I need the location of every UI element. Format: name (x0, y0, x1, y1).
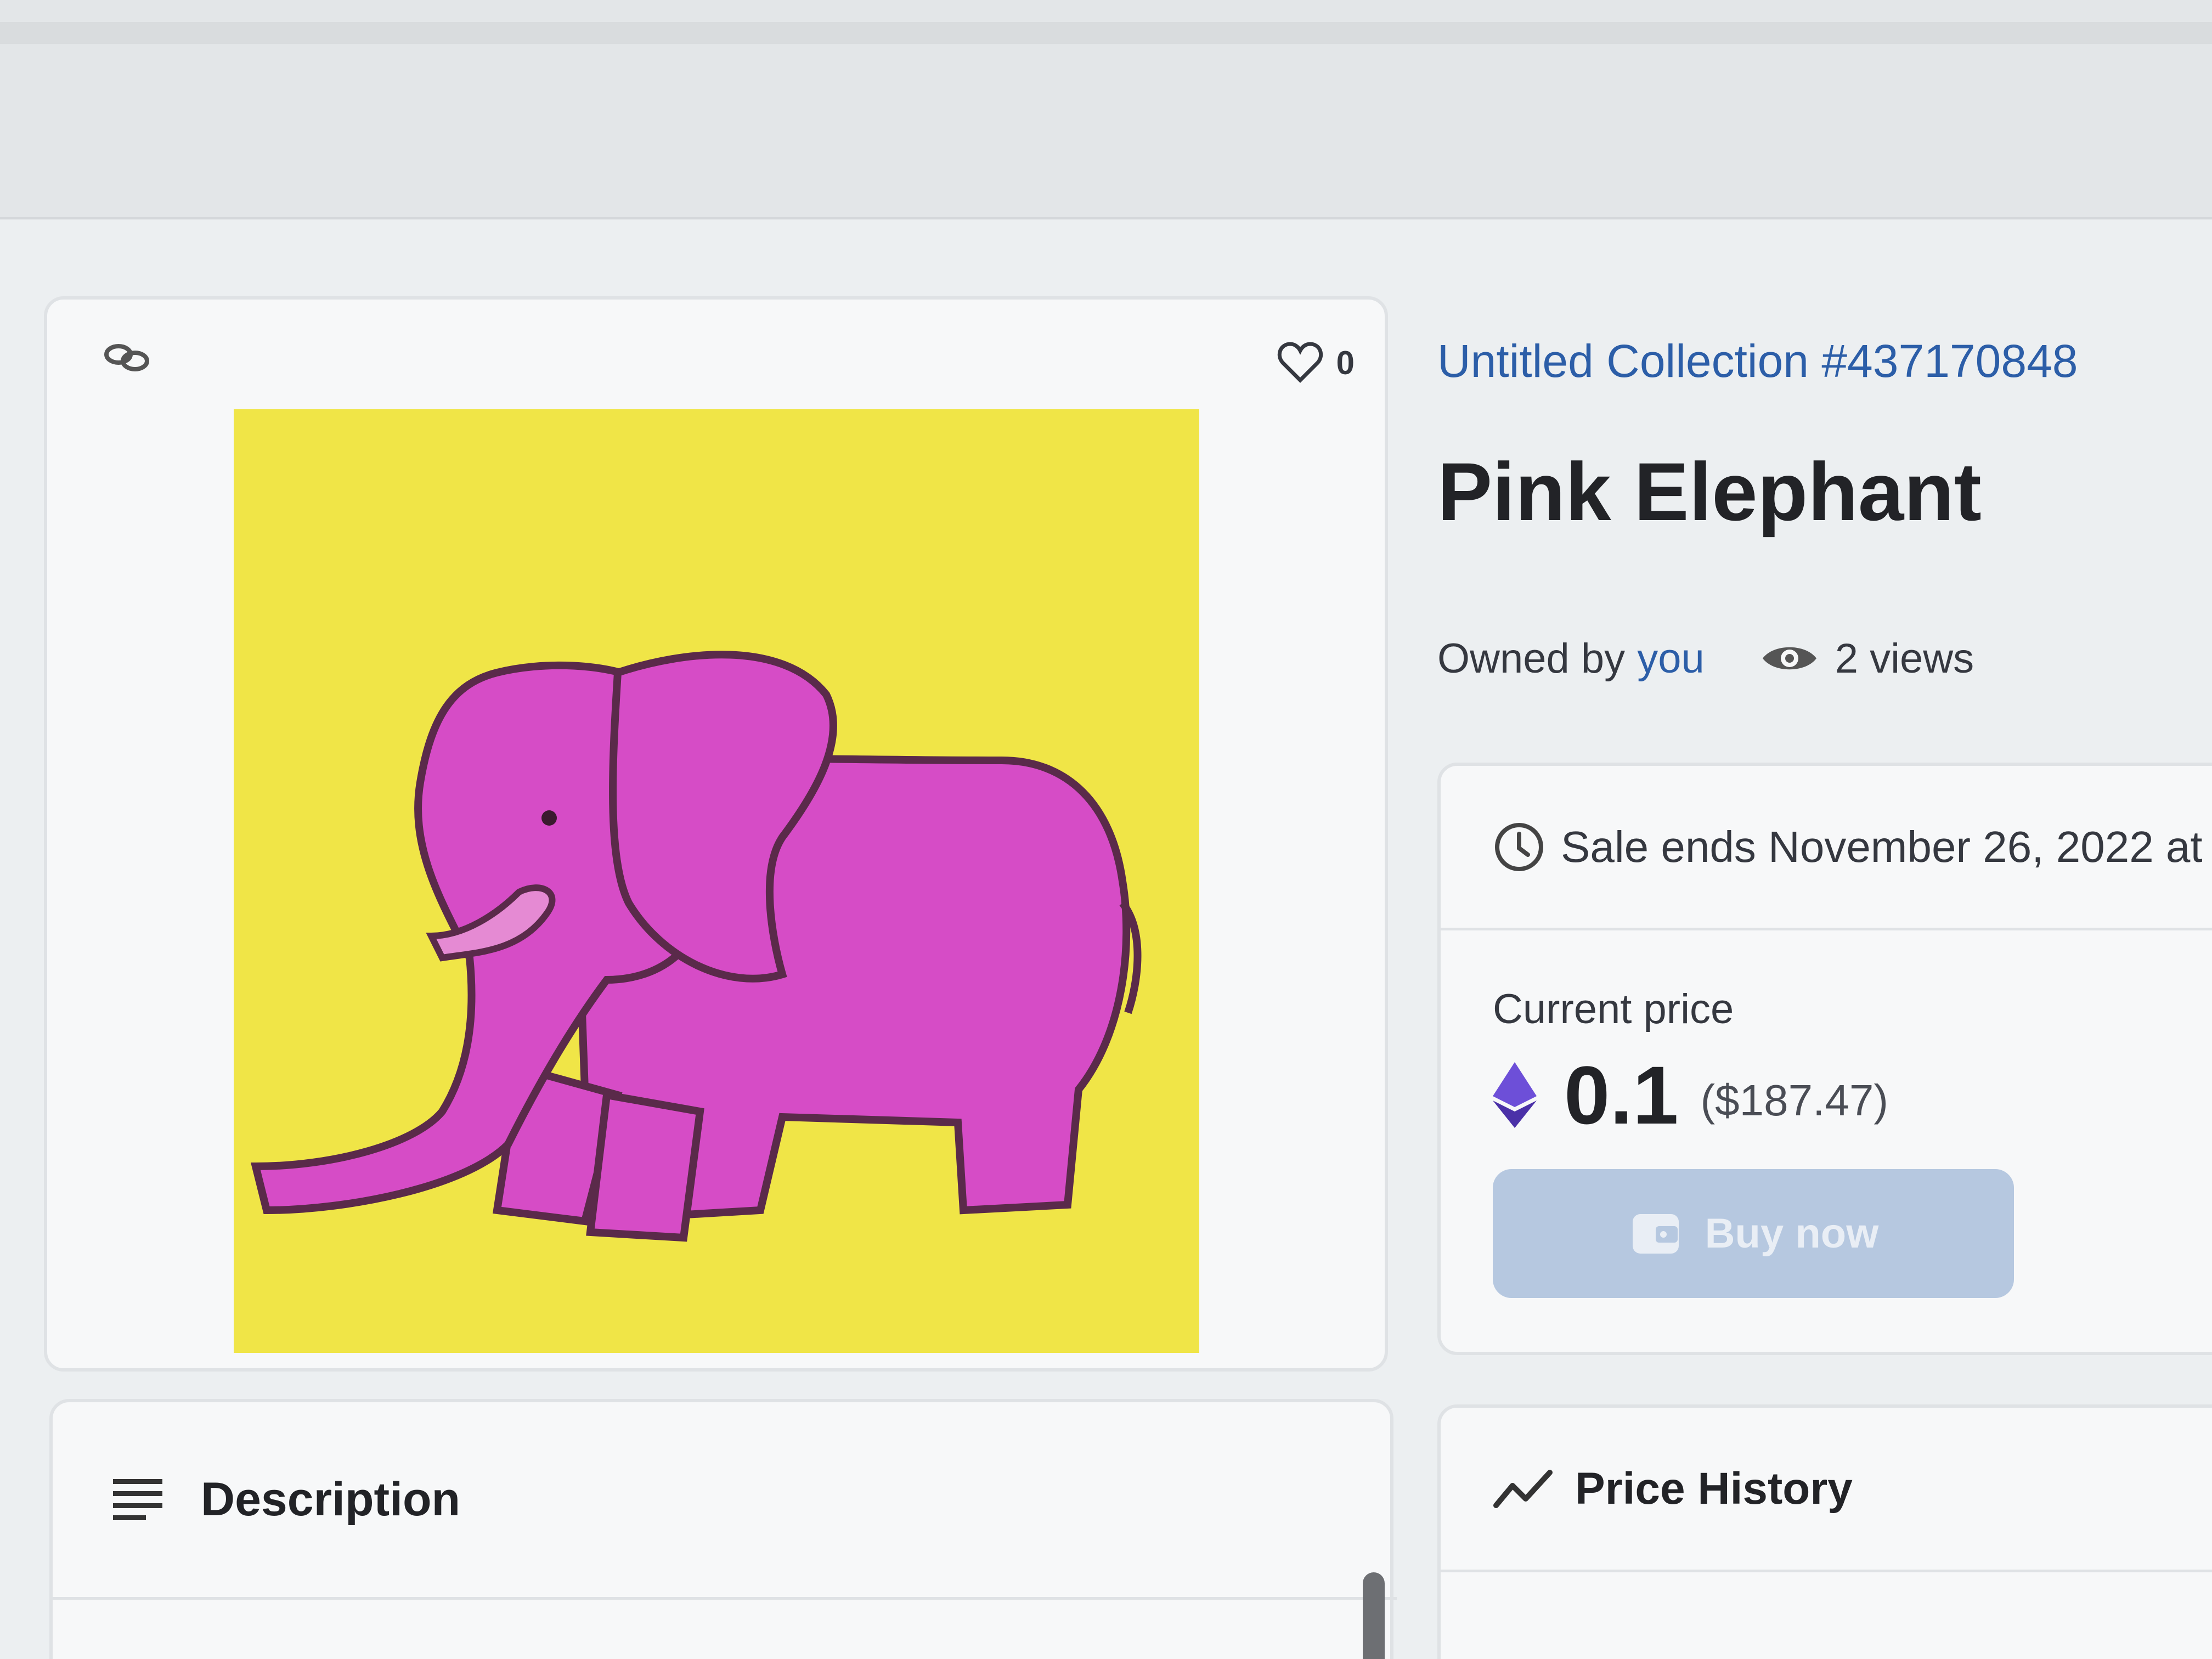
item-title: Pink Elephant (1437, 445, 1982, 538)
sale-end-text: Sale ends November 26, 2022 at 1 (1561, 822, 2212, 871)
elephant-artwork (234, 409, 1199, 1353)
sale-panel: Sale ends November 26, 2022 at 1 Current… (1437, 763, 2212, 1355)
list-icon (113, 1479, 162, 1520)
owner-link[interactable]: you (1637, 635, 1705, 682)
sale-end-row: Sale ends November 26, 2022 at 1 (1441, 766, 2212, 930)
favorite-control[interactable]: 0 (1277, 338, 1355, 387)
wallet-icon (1632, 1214, 1679, 1254)
current-price-label: Current price (1493, 986, 1734, 1032)
eye-icon (1762, 647, 1816, 670)
views-counter: 2 views (1759, 635, 1974, 682)
browser-header-area (0, 0, 2212, 219)
price-row: 0.1 ($187.47) (1493, 1049, 1888, 1141)
buy-now-button[interactable]: Buy now (1493, 1169, 2014, 1298)
favorite-count: 0 (1336, 344, 1355, 381)
buy-now-label: Buy now (1705, 1210, 1879, 1257)
description-label: Description (201, 1473, 461, 1526)
owner-row: Owned by you 2 views (1437, 631, 1974, 686)
price-fiat: ($187.47) (1700, 1076, 1888, 1125)
nft-item-page: 0 Untitled Collection #437170848 Pink El… (0, 0, 2212, 1659)
price-value: 0.1 (1564, 1048, 1679, 1141)
views-count: 2 views (1835, 635, 1974, 682)
heart-icon[interactable] (1277, 341, 1323, 385)
collection-link[interactable]: Untitled Collection #437170848 (1437, 335, 2078, 388)
description-header[interactable]: Description (53, 1402, 1397, 1600)
scrollbar-thumb[interactable] (1363, 1572, 1385, 1659)
price-history-label: Price History (1575, 1463, 1853, 1514)
owned-by-label: Owned by (1437, 635, 1626, 682)
price-history-header[interactable]: Price History (1441, 1408, 2212, 1572)
clock-icon (1495, 822, 1543, 871)
header-divider (0, 22, 2212, 44)
media-card: 0 (44, 296, 1388, 1372)
nft-artwork-image[interactable] (234, 409, 1199, 1353)
price-history-panel: Price History (1437, 1404, 2212, 1659)
trend-icon (1493, 1469, 1553, 1508)
link-icon[interactable] (99, 338, 154, 376)
description-panel: Description (49, 1399, 1397, 1659)
ethereum-icon (1493, 1062, 1537, 1128)
